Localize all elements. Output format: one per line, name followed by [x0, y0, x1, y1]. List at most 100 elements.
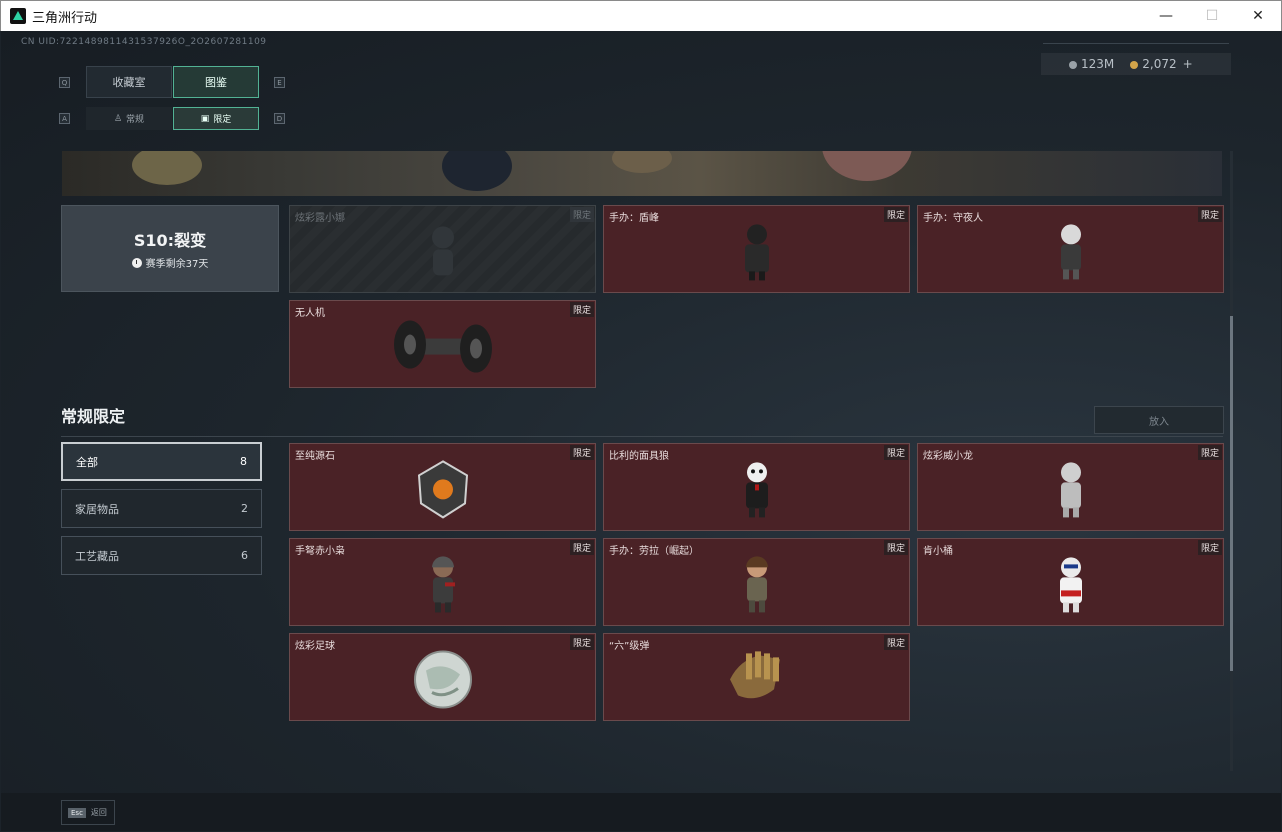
add-currency-button[interactable]: + [1183, 57, 1193, 71]
item-card[interactable]: 炫彩足球 限定 [289, 633, 596, 721]
window-title: 三角洲行动 [32, 10, 98, 26]
season-remaining-text: 赛季剩余37天 [145, 259, 209, 270]
item-name: 手办：劳拉（崛起） [609, 546, 699, 557]
close-button[interactable]: ✕ [1235, 1, 1281, 31]
game-viewport: CN UID:7221489811431537926O_2O2607281109… [1, 31, 1281, 831]
shield-soldier-figure-icon [744, 224, 769, 281]
tab-regular[interactable]: ♙ 常规 [86, 107, 172, 130]
filter-all[interactable]: 全部 8 [61, 442, 262, 481]
section-divider [61, 436, 1223, 437]
silver-coin-icon [1069, 61, 1077, 69]
limited-badge: 限定 [883, 207, 908, 222]
item-name: “六”级弹 [609, 641, 650, 652]
filter-label: 工艺藏品 [75, 549, 119, 563]
item-card[interactable]: 比利的面具狼 限定 [603, 443, 910, 531]
limited-badge: 限定 [883, 635, 908, 650]
footer-bar [1, 793, 1281, 831]
item-card[interactable]: 无人机 限定 [289, 300, 596, 388]
silver-currency: 123M [1069, 57, 1114, 71]
currency-bar: 123M 2,072 + [1041, 53, 1231, 75]
section-title: 常规限定 [61, 407, 126, 426]
filter-label: 家居物品 [75, 502, 119, 516]
player-uid: CN UID:7221489811431537926O_2O2607281109 [21, 37, 267, 47]
put-in-button[interactable]: 放入 [1094, 406, 1224, 434]
item-card[interactable]: 肯小桶 限定 [917, 538, 1224, 626]
key-hint-q: Q [59, 77, 70, 88]
window-controls: — ☐ ✕ [1143, 1, 1281, 31]
night-watcher-figure-icon [1060, 224, 1081, 280]
figure-silhouette-icon [431, 226, 454, 276]
limited-badge: 限定 [569, 207, 594, 222]
item-name: 手弩赤小枭 [295, 546, 345, 557]
item-card-locked[interactable]: 炫彩露小娜 限定 [289, 205, 596, 293]
filter-craft-collectibles[interactable]: 工艺藏品 6 [61, 536, 262, 575]
item-card[interactable]: 手办：守夜人 限定 [917, 205, 1224, 293]
item-name: 比利的面具狼 [609, 451, 669, 462]
ken-bucket-figure-icon [1059, 557, 1082, 613]
gold-coin-icon [1130, 61, 1139, 69]
limited-badge: 限定 [1197, 207, 1222, 222]
limited-badge: 限定 [883, 445, 908, 460]
chrome-dragon-figure-icon [1060, 462, 1081, 518]
item-card[interactable]: 炫彩威小龙 限定 [917, 443, 1224, 531]
grade-six-ammo-icon [729, 651, 780, 699]
limited-badge: 限定 [569, 445, 594, 460]
season-title: S10:裂变 [133, 231, 207, 250]
app-logo-icon [10, 8, 26, 24]
pure-source-stone-icon [417, 460, 468, 519]
billy-mask-figure-icon [745, 462, 768, 518]
key-hint-d: D [274, 113, 285, 124]
back-button[interactable]: Esc 返回 [61, 800, 115, 825]
back-label: 返回 [90, 808, 107, 817]
item-name: 至纯源石 [295, 451, 335, 462]
filter-count: 2 [241, 502, 248, 515]
gold-currency: 2,072 + [1130, 57, 1193, 71]
gold-amount: 2,072 [1142, 57, 1177, 71]
item-card[interactable]: 手办：盾峰 限定 [603, 205, 910, 293]
item-name: 炫彩威小龙 [923, 451, 973, 462]
season-banner-image [62, 151, 1222, 196]
minimize-button[interactable]: — [1143, 1, 1189, 31]
tab-catalog[interactable]: 图鉴 [173, 66, 259, 98]
key-hint-e: E [274, 77, 285, 88]
limited-badge: 限定 [569, 540, 594, 555]
window-titlebar: 三角洲行动 — ☐ ✕ [0, 0, 1282, 31]
item-name: 手办：盾峰 [609, 213, 659, 224]
drone-wheels-icon [393, 320, 492, 373]
tab-limited-label: 限定 [213, 115, 232, 125]
tab-regular-label: 常规 [126, 115, 145, 125]
item-name: 炫彩足球 [295, 641, 335, 652]
esc-key-hint: Esc [68, 807, 86, 818]
item-card[interactable]: “六”级弹 限定 [603, 633, 910, 721]
item-card[interactable]: 至纯源石 限定 [289, 443, 596, 531]
limited-badge: 限定 [569, 635, 594, 650]
header-divider [1043, 43, 1229, 44]
silver-amount: 123M [1081, 57, 1115, 71]
filter-home-items[interactable]: 家居物品 2 [61, 489, 262, 528]
tab-collection-room[interactable]: 收藏室 [86, 66, 172, 98]
limited-badge: 限定 [569, 302, 594, 317]
key-hint-a: A [59, 113, 70, 124]
item-name: 手办：守夜人 [923, 213, 983, 224]
season-card: S10:裂变 赛季剩余37天 [61, 205, 279, 292]
tab-limited[interactable]: ▣ 限定 [173, 107, 259, 130]
lara-figure-icon [745, 556, 768, 613]
limited-badge: 限定 [1197, 540, 1222, 555]
item-card[interactable]: 手弩赤小枭 限定 [289, 538, 596, 626]
maximize-button[interactable]: ☐ [1189, 1, 1235, 31]
item-card[interactable]: 手办：劳拉（崛起） 限定 [603, 538, 910, 626]
limited-badge: 限定 [1197, 445, 1222, 460]
clock-icon [131, 257, 142, 268]
limited-icon: ▣ [200, 113, 210, 124]
regular-icon: ♙ [113, 113, 123, 124]
crossbow-owl-figure-icon [431, 556, 455, 613]
filter-count: 8 [240, 455, 247, 468]
item-name: 炫彩露小娜 [295, 213, 345, 224]
filter-label: 全部 [76, 455, 98, 469]
filter-count: 6 [241, 549, 248, 562]
season-remaining: 赛季剩余37天 [131, 255, 209, 270]
item-name: 肯小桶 [923, 546, 953, 557]
scrollbar-thumb[interactable] [1230, 316, 1233, 671]
soccer-ball-icon [413, 650, 472, 709]
limited-badge: 限定 [883, 540, 908, 555]
